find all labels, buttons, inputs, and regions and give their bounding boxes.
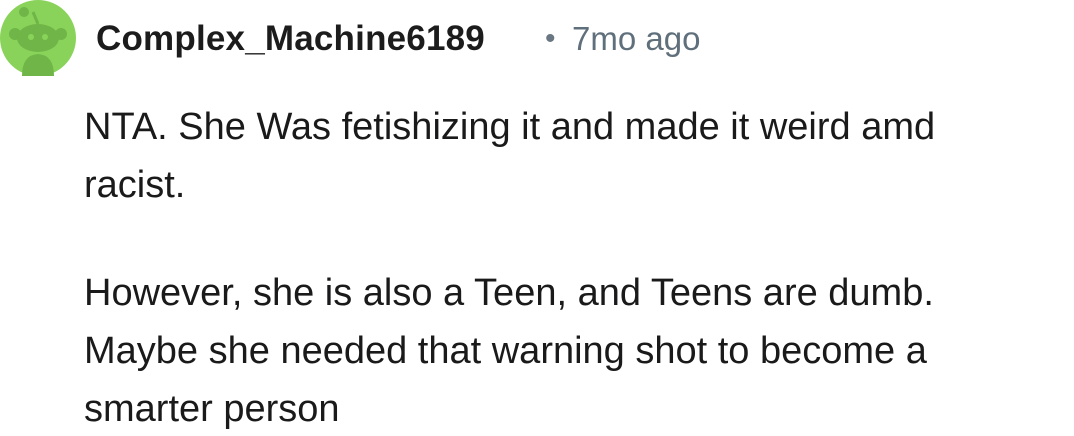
- comment-paragraph: NTA. She Was fetishizing it and made it …: [84, 106, 936, 206]
- comment-body: NTA. She Was fetishizing it and made it …: [84, 98, 1059, 436]
- reddit-snoo-avatar-icon: [0, 0, 76, 76]
- timestamp[interactable]: 7mo ago: [572, 18, 700, 60]
- comment-paragraph: However, she is also a Teen, and Teens a…: [84, 272, 934, 430]
- username-link[interactable]: Complex_Machine6189: [96, 18, 485, 60]
- separator-dot: •: [545, 22, 556, 55]
- avatar[interactable]: [0, 0, 76, 76]
- comment-header: Complex_Machine6189 • 7mo ago: [0, 0, 1074, 80]
- comment: Complex_Machine6189 • 7mo ago NTA. She W…: [0, 0, 1074, 436]
